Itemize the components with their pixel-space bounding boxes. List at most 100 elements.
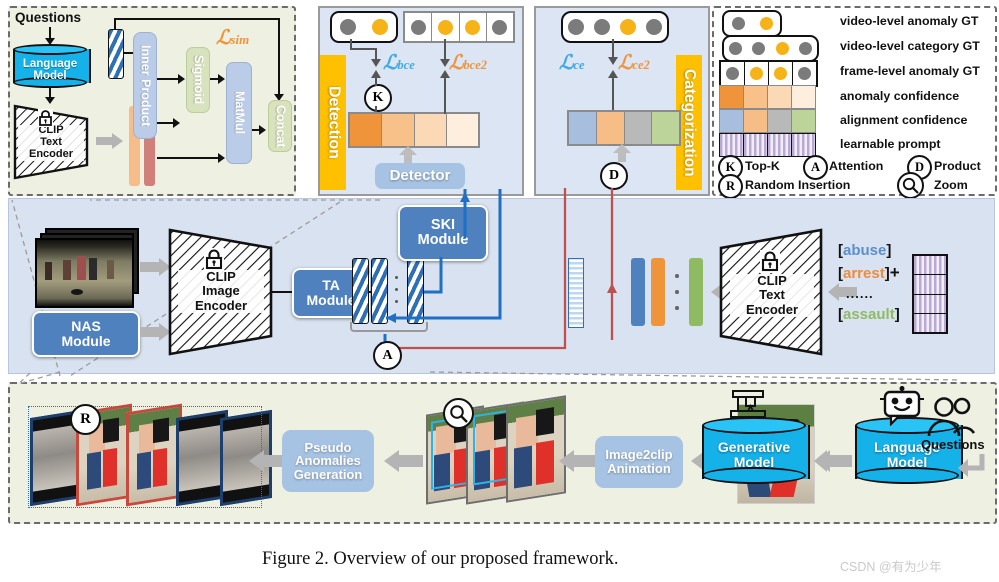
questions-enter-arrow — [958, 450, 986, 478]
legend-label-4: alignment confidence — [840, 113, 968, 127]
arrow-image2clip-to-zoom — [558, 450, 598, 472]
ski-clip-text-encoder: CLIP Text Encoder — [12, 103, 90, 181]
loss-ce2: ℒce2 — [618, 52, 650, 74]
magnifier-glyph — [450, 405, 468, 423]
ski-module[interactable]: SKI Module — [398, 205, 488, 261]
nas-module-label: NAS Module — [61, 318, 111, 349]
plus-sign: + — [889, 263, 900, 283]
detection-title: Detection — [320, 55, 346, 190]
aligned-feature-vector — [568, 258, 584, 328]
legend-random-insertion-label: Random Insertion — [745, 178, 851, 192]
figure-caption: Figure 2. Overview of our proposed frame… — [262, 549, 619, 569]
loss-bce2: ℒbce2 — [449, 52, 488, 74]
loss-ce: ℒce — [559, 52, 585, 74]
categorization-category-gt — [561, 11, 669, 43]
legend-swatch-frame-anomaly-gt — [719, 60, 818, 87]
legend-swatch-video-category-gt — [722, 35, 819, 62]
lock-icon — [761, 251, 779, 272]
clip-text-encoder-main: CLIP Text Encoder — [716, 226, 826, 358]
image2clip-animation-label: Image2clip Animation — [605, 447, 673, 476]
ta-module-label: TA Module — [306, 277, 356, 308]
loss-ce-subscript: ce — [573, 58, 585, 72]
image2clip-animation-module[interactable]: Image2clip Animation — [595, 436, 683, 488]
generative-model-label: Generative Model — [717, 438, 791, 470]
arrowhead-tokens2-to-matmul — [218, 153, 225, 163]
generative-model-db-graphic: Generative Model — [702, 417, 810, 491]
loss-sim: ℒsim — [216, 27, 250, 49]
categorization-gt-line — [612, 39, 614, 59]
visual-feature-tokens — [350, 258, 428, 334]
clip-image-encoder: CLIP Image Encoder — [166, 226, 276, 358]
legend-swatch-learnable-prompt — [719, 133, 816, 157]
detection-video-anomaly-gt — [330, 11, 398, 43]
arrowhead-gt-to-lbce — [371, 59, 381, 67]
ski-skip-line-h — [114, 18, 280, 20]
detection-frame-anomaly-gt — [403, 11, 515, 43]
ski-questions-label: Questions — [15, 10, 82, 25]
detection-gt-elbow-h — [350, 48, 377, 50]
ski-learnable-prompt-token — [108, 29, 124, 79]
clip-text-encoder-main-label: CLIP Text Encoder — [730, 273, 814, 317]
arrowhead-catgt-down — [608, 57, 618, 65]
categorization-alignment-confidence-bar — [567, 110, 681, 146]
legend-attention-label: Attention — [829, 159, 884, 173]
arrow-langmodel-to-genmodel — [813, 450, 849, 472]
arrowhead-matmul-to-concat — [259, 125, 266, 135]
arrow-product-to-alignment — [612, 144, 632, 162]
arrowhead-topk-up — [371, 70, 381, 78]
people-icon — [922, 396, 978, 442]
detection-anomaly-confidence-bar — [348, 112, 480, 148]
ski-skip-line-down — [278, 18, 280, 96]
legend-zoom-icon — [897, 172, 924, 199]
legend-swatch-video-anomaly-gt — [722, 10, 782, 37]
legend-product-label: Product — [934, 159, 981, 173]
detection-conf-to-lbce2 — [444, 72, 446, 114]
arrowhead-tokens-to-ip — [173, 118, 180, 128]
arrowhead-sigmoid-to-matmul — [218, 74, 225, 84]
pseudo-anomalies-generation-module[interactable]: Pseudo Anomalies Generation — [282, 430, 374, 492]
legend-label-0: video-level anomaly GT — [840, 14, 979, 28]
input-video-frames — [35, 228, 139, 308]
detection-framegt-line — [444, 39, 446, 61]
detector-module[interactable]: Detector — [375, 163, 465, 189]
arrow-detector-to-confidence — [398, 146, 418, 164]
legend-label-2: frame-level anomaly GT — [840, 64, 980, 78]
legend-attention-icon: A — [803, 155, 828, 180]
arrowhead-conf-to-lbce2 — [440, 70, 450, 78]
arrow-tokens2-to-matmul — [157, 157, 221, 159]
categorization-conf-up-line — [612, 74, 614, 110]
legend-label-3: anomaly confidence — [840, 89, 960, 103]
arrow-ip-to-sigmoid — [157, 78, 180, 80]
arrow-encoder-to-tokens — [96, 133, 124, 149]
robot-icon — [877, 386, 927, 427]
generated-clip-frames — [28, 400, 272, 508]
op-sigmoid: Sigmoid — [186, 47, 210, 113]
pseudo-anomalies-generation-label: Pseudo Anomalies Generation — [293, 439, 363, 482]
magnifier-glyph — [902, 177, 919, 194]
legend-swatch-alignment-confidence — [719, 109, 816, 133]
line-encoder-to-ta — [272, 291, 294, 293]
arrowhead-conf-up — [608, 70, 618, 78]
op-matmul: MatMul — [226, 62, 252, 164]
ski-module-label: SKI Module — [417, 216, 469, 248]
nas-module[interactable]: NAS Module — [32, 311, 140, 357]
topk-operator-icon: K — [364, 84, 392, 112]
random-insertion-operator-icon: R — [70, 404, 101, 435]
ski-clip-text-encoder-label: CLIP Text Encoder — [18, 124, 84, 161]
csdn-watermark: CSDN @有为少年 — [840, 560, 942, 574]
loss-bce2-subscript: bce2 — [463, 58, 488, 72]
ski-token-pair-bottom — [129, 138, 156, 186]
loss-bce-subscript: bce — [397, 58, 415, 72]
legend-random-insertion-icon: R — [718, 174, 743, 199]
loss-bce: ℒbce — [383, 52, 415, 74]
legend-label-5: learnable prompt — [840, 137, 941, 151]
legend-swatch-anomaly-confidence — [719, 85, 816, 109]
legend-label-1: video-level category GT — [840, 39, 980, 53]
loss-ce2-subscript: ce2 — [632, 58, 650, 72]
arrowhead-ip-to-sigmoid — [178, 74, 185, 84]
op-inner-product: Inner Product — [133, 32, 157, 139]
ski-language-model-label: Language Model — [22, 57, 78, 82]
legend-zoom-label: Zoom — [934, 178, 968, 192]
clip-image-encoder-label: CLIP Image Encoder — [178, 269, 264, 313]
op-concat: Concat — [268, 100, 292, 152]
